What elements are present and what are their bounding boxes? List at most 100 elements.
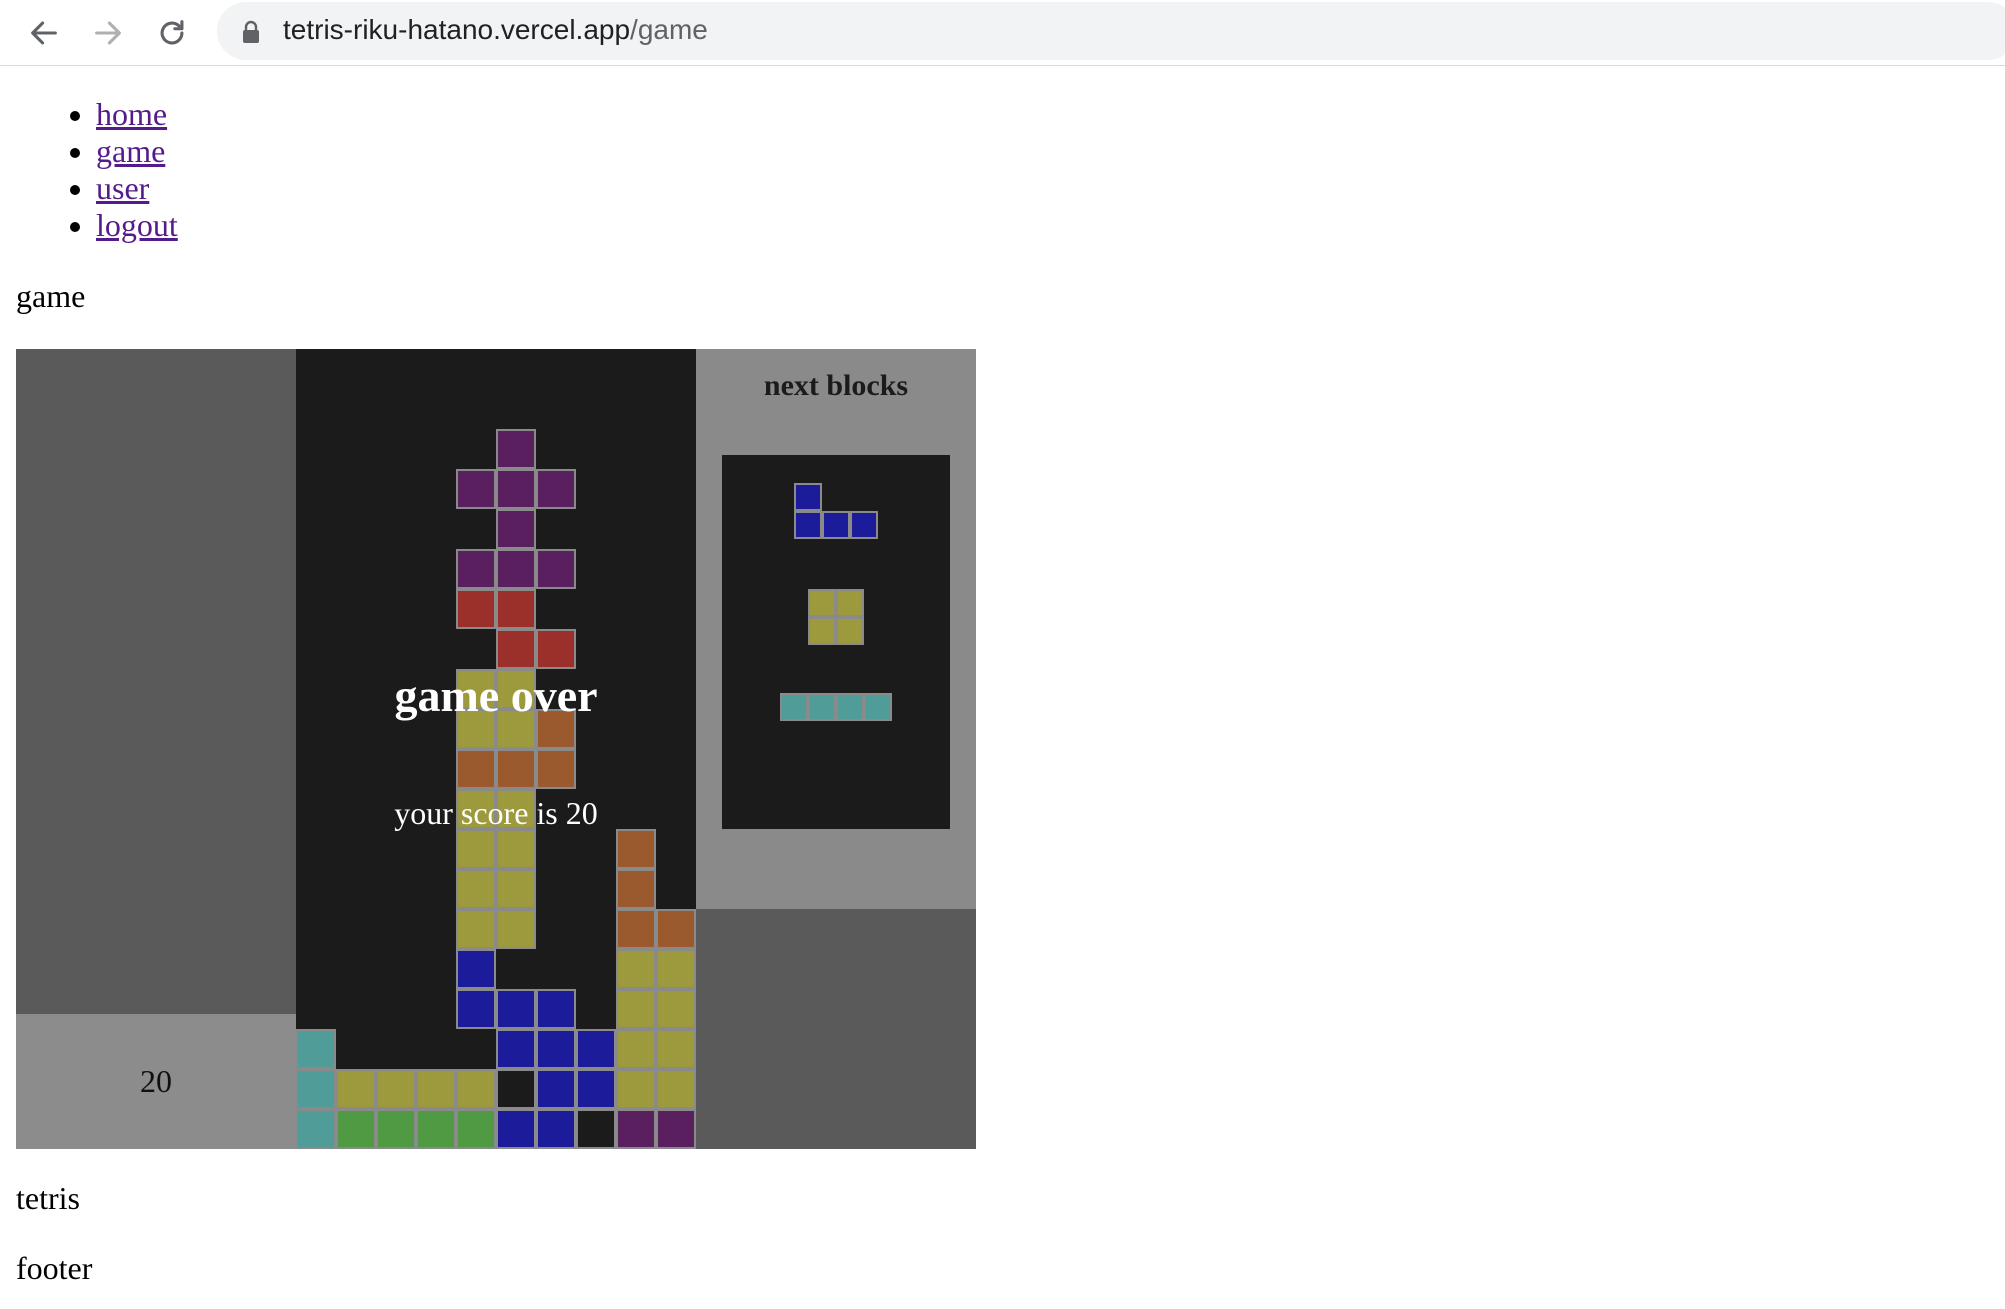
board-cell	[496, 1029, 536, 1069]
browser-toolbar: tetris-riku-hatano.vercel.app/game	[0, 0, 2005, 66]
board-cell	[296, 1029, 336, 1069]
board-cell	[656, 1029, 696, 1069]
next-block-cell	[822, 511, 850, 539]
game-board[interactable]: game over your score is 20	[296, 349, 696, 1149]
board-cell	[496, 1109, 536, 1149]
board-cell	[576, 1069, 616, 1109]
board-cell	[536, 629, 576, 669]
board-cell	[496, 909, 536, 949]
board-cell	[496, 629, 536, 669]
board-cell	[536, 1069, 576, 1109]
board-cell	[656, 1109, 696, 1149]
board-cell	[456, 469, 496, 509]
game-over-score: your score is 20	[394, 795, 598, 831]
url-host: tetris-riku-hatano.vercel.app	[283, 14, 631, 45]
board-cell	[456, 829, 496, 869]
next-block-cell	[836, 589, 864, 617]
board-cell	[456, 549, 496, 589]
board-cell	[456, 589, 496, 629]
board-cell	[296, 1069, 336, 1109]
board-cell	[496, 829, 536, 869]
back-button[interactable]	[20, 9, 68, 57]
board-cell	[536, 749, 576, 789]
lock-icon	[243, 20, 259, 43]
next-block-cell	[808, 693, 836, 721]
board-cell	[656, 909, 696, 949]
board-cell	[616, 949, 656, 989]
next-block-cell	[780, 693, 808, 721]
board-cell	[616, 829, 656, 869]
left-panel: 20	[16, 349, 296, 1149]
nav-link-game[interactable]: game	[96, 133, 165, 169]
nav-item-user: user	[96, 170, 178, 207]
next-block-cell	[794, 511, 822, 539]
board-cell	[376, 1109, 416, 1149]
board-cell	[616, 869, 656, 909]
next-block-cell	[794, 483, 822, 511]
board-cell	[536, 549, 576, 589]
next-blocks-preview	[722, 455, 950, 829]
nav-item-home: home	[96, 96, 178, 133]
next-block-cell	[808, 589, 836, 617]
board-cell	[616, 989, 656, 1029]
next-blocks-title: next blocks	[763, 369, 909, 402]
board-cell	[496, 429, 536, 469]
arrow-left-icon	[31, 21, 57, 45]
board-cell	[616, 1069, 656, 1109]
board-cell	[336, 1069, 376, 1109]
board-cell	[496, 869, 536, 909]
board-cell	[616, 1109, 656, 1149]
url-text: tetris-riku-hatano.vercel.app/game	[283, 14, 708, 46]
next-block-cell	[808, 617, 836, 645]
next-block-cell	[836, 693, 864, 721]
arrow-right-icon	[95, 21, 121, 45]
board-cell	[416, 1069, 456, 1109]
score-display: 20	[16, 1014, 296, 1149]
board-cell	[536, 989, 576, 1029]
board-cell	[536, 1109, 576, 1149]
board-cell	[496, 749, 536, 789]
right-panel: next blocks	[696, 349, 976, 1149]
board-cell	[576, 1029, 616, 1069]
footer-label: footer	[16, 1250, 93, 1286]
board-cell	[496, 469, 536, 509]
board-cell	[656, 989, 696, 1029]
reload-icon	[160, 20, 184, 45]
site-nav: home game user logout	[0, 96, 178, 244]
board-cell	[496, 989, 536, 1029]
page-heading: game	[16, 278, 86, 314]
board-cell	[336, 1109, 376, 1149]
board-cell	[456, 1069, 496, 1109]
game-container: 20 game over your score is 20 next block…	[16, 349, 976, 1149]
board-cell	[376, 1069, 416, 1109]
board-cell	[656, 949, 696, 989]
next-block-cell	[850, 511, 878, 539]
nav-link-user[interactable]: user	[96, 170, 149, 206]
nav-item-logout: logout	[96, 207, 178, 244]
next-block-cell	[864, 693, 892, 721]
board-cell	[456, 949, 496, 989]
board-cell	[496, 509, 536, 549]
board-cell	[656, 1069, 696, 1109]
next-block-cell	[836, 617, 864, 645]
nav-item-game: game	[96, 133, 178, 170]
board-cell	[456, 989, 496, 1029]
tetris-label: tetris	[16, 1180, 80, 1216]
next-blocks-panel: next blocks	[696, 349, 976, 909]
board-cell	[576, 1109, 616, 1149]
board-cell	[456, 1109, 496, 1149]
nav-link-home[interactable]: home	[96, 96, 167, 132]
forward-button[interactable]	[84, 9, 132, 57]
nav-link-logout[interactable]: logout	[96, 207, 178, 243]
board-cell	[616, 909, 656, 949]
board-cell	[456, 869, 496, 909]
reload-button[interactable]	[148, 9, 196, 57]
board-cell	[616, 1029, 656, 1069]
address-bar[interactable]: tetris-riku-hatano.vercel.app/game	[217, 2, 2005, 60]
url-path: /game	[630, 14, 708, 45]
board-cell	[456, 749, 496, 789]
board-cell	[456, 909, 496, 949]
board-cell	[536, 469, 576, 509]
board-cell	[536, 1029, 576, 1069]
board-cell	[496, 549, 536, 589]
